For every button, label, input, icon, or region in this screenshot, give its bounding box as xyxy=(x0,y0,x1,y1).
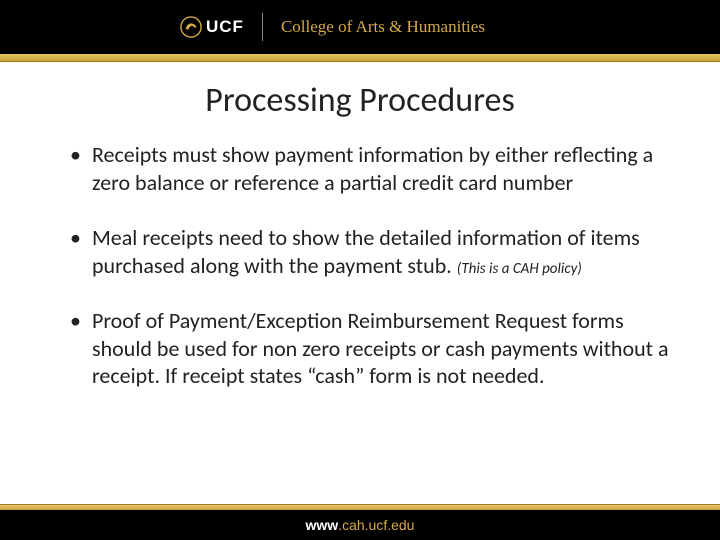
bullet-text: Receipts must show payment information b… xyxy=(92,141,653,196)
list-item: Proof of Payment/Exception Reimbursement… xyxy=(70,307,680,390)
header-divider xyxy=(262,13,263,41)
bullet-text: Proof of Payment/Exception Reimbursement… xyxy=(92,307,669,389)
slide-content: Processing Procedures Receipts must show… xyxy=(0,62,720,390)
list-item: Receipts must show payment information b… xyxy=(70,141,680,196)
header-accent-bar xyxy=(0,54,720,62)
ucf-logo: UCF xyxy=(180,16,244,38)
slide-header: UCF College of Arts & Humanities xyxy=(0,0,720,54)
org-short: UCF xyxy=(206,17,244,37)
footer-www: www xyxy=(306,517,339,533)
footer-url: www.cah.ucf.edu xyxy=(306,517,415,533)
slide-footer: www.cah.ucf.edu xyxy=(0,510,720,540)
slide-title: Processing Procedures xyxy=(40,80,680,121)
bullet-list: Receipts must show payment information b… xyxy=(40,141,680,390)
list-item: Meal receipts need to show the detailed … xyxy=(70,224,680,279)
footer-domain: .cah.ucf.edu xyxy=(338,517,414,533)
bullet-note: (This is a CAH policy) xyxy=(457,260,582,278)
college-name: College of Arts & Humanities xyxy=(281,17,485,37)
pegasus-icon xyxy=(180,16,202,38)
